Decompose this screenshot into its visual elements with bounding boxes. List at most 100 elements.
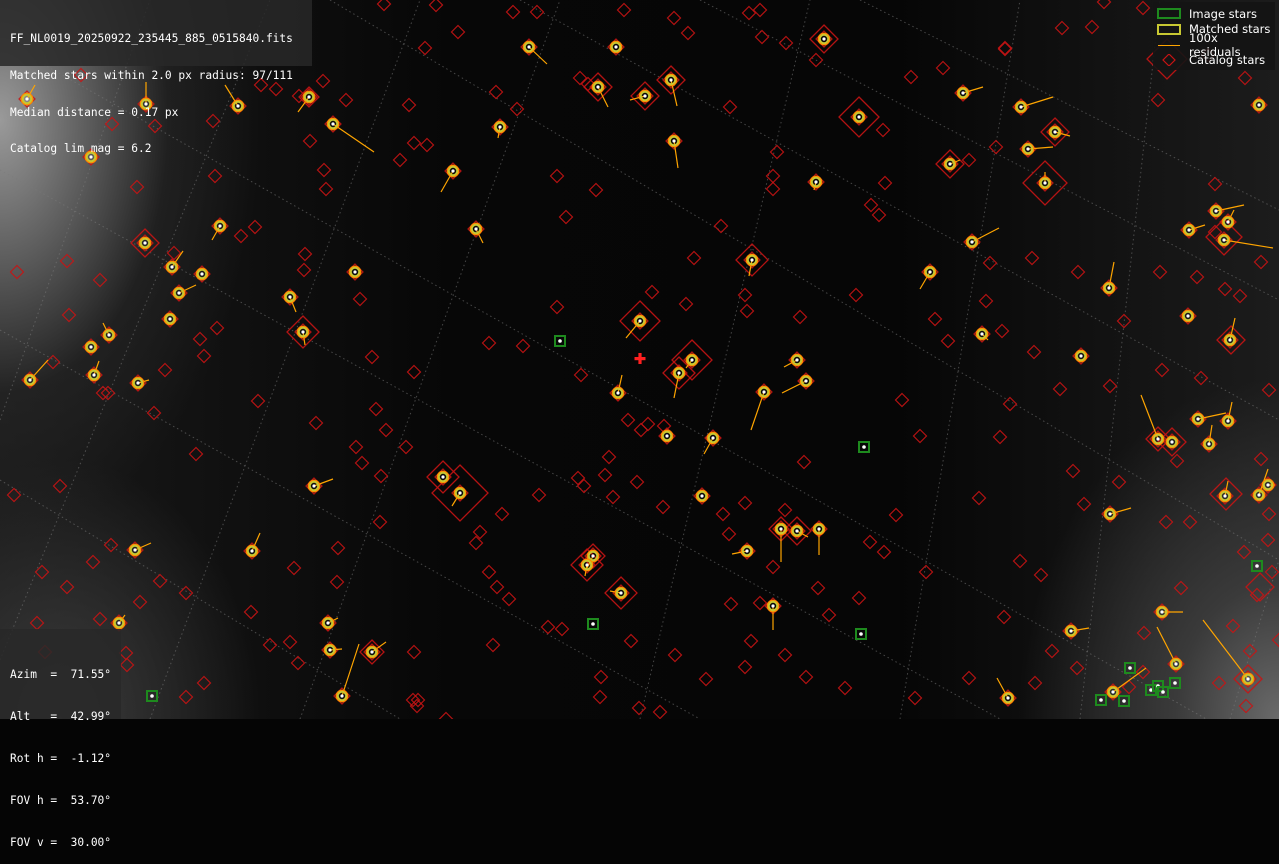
star-point xyxy=(1196,417,1199,420)
star-point xyxy=(961,91,964,94)
catalog-star-icon xyxy=(298,264,311,277)
star-point xyxy=(326,621,329,624)
matched-stars-swatch-icon xyxy=(1157,24,1181,35)
star-point xyxy=(177,291,180,294)
catalog-star-icon xyxy=(533,489,546,502)
catalog-star-icon xyxy=(121,659,134,672)
catalog-star-icon xyxy=(1234,290,1247,303)
star-point xyxy=(312,484,315,487)
star-point xyxy=(1257,493,1260,496)
catalog-star-icon xyxy=(331,576,344,589)
catalog-star-icon xyxy=(403,99,416,112)
catalog-star-icon xyxy=(1118,315,1131,328)
image-stars-swatch-icon xyxy=(1157,8,1181,19)
star-point xyxy=(1187,228,1190,231)
residual-line xyxy=(333,124,374,152)
catalog-star-icon xyxy=(517,340,530,353)
catalog-star-icon xyxy=(865,199,878,212)
catalog-star-icon xyxy=(937,62,950,75)
star-point xyxy=(750,258,753,261)
catalog-star-icon xyxy=(767,561,780,574)
catalog-star-icon xyxy=(823,609,836,622)
star-point xyxy=(200,272,203,275)
catalog-star-icon xyxy=(920,566,933,579)
star-point xyxy=(92,373,95,376)
catalog-star-icon xyxy=(1160,516,1173,529)
catalog-star-icon xyxy=(631,476,644,489)
star-point xyxy=(1173,681,1177,685)
catalog-star-icon xyxy=(878,546,891,559)
catalog-star-icon xyxy=(1123,681,1136,694)
catalog-star-icon xyxy=(622,414,635,427)
catalog-star-icon xyxy=(440,713,453,720)
catalog-star-icon xyxy=(873,209,886,222)
median-distance-text: Median distance = 0.17 px xyxy=(10,107,302,119)
catalog-star-icon xyxy=(999,42,1012,55)
catalog-star-icon xyxy=(491,581,504,594)
catalog-star-icon xyxy=(249,221,262,234)
catalog-star-icon xyxy=(984,257,997,270)
star-point xyxy=(779,527,782,530)
catalog-star-icon xyxy=(61,255,74,268)
catalog-star-icon xyxy=(551,301,564,314)
star-point xyxy=(1214,209,1217,212)
star-point xyxy=(1223,494,1226,497)
star-point xyxy=(1257,103,1260,106)
catalog-star-icon xyxy=(633,702,646,715)
star-point xyxy=(1053,130,1056,133)
catalog-star-icon xyxy=(190,448,203,461)
catalog-star-icon xyxy=(370,403,383,416)
star-point xyxy=(288,295,291,298)
catalog-star-icon xyxy=(120,647,133,660)
catalog-star-icon xyxy=(688,252,701,265)
catalog-star-icon xyxy=(551,170,564,183)
star-point xyxy=(980,332,983,335)
catalog-star-icon xyxy=(1262,534,1275,547)
star-point xyxy=(1043,181,1046,184)
star-point xyxy=(1160,610,1163,613)
star-point xyxy=(558,339,562,343)
star-point xyxy=(136,381,139,384)
catalog-star-icon xyxy=(209,170,222,183)
catalog-star-icon xyxy=(1026,252,1039,265)
catalog-star-icon xyxy=(1104,380,1117,393)
pointing-info-box: Azim = 71.55° Alt = 42.99° Rot h = -1.12… xyxy=(0,629,121,719)
catalog-star-icon xyxy=(607,491,620,504)
catalog-star-icon xyxy=(745,635,758,648)
star-point xyxy=(669,78,672,81)
catalog-star-icon xyxy=(1154,266,1167,279)
star-point xyxy=(1174,662,1177,665)
catalog-star-icon xyxy=(625,635,638,648)
catalog-star-icon xyxy=(794,311,807,324)
catalog-star-icon xyxy=(556,623,569,636)
catalog-stars-swatch-icon xyxy=(1157,54,1181,66)
catalog-star-icon xyxy=(198,677,211,690)
catalog-star-icon xyxy=(646,286,659,299)
catalog-star-icon xyxy=(890,509,903,522)
catalog-star-icon xyxy=(180,587,193,600)
catalog-star-icon xyxy=(973,492,986,505)
catalog-star-icon xyxy=(1244,645,1257,658)
image-stars-layer xyxy=(147,336,1262,706)
star-point xyxy=(859,632,863,636)
catalog-star-icon xyxy=(1227,620,1240,633)
catalog-star-icon xyxy=(896,394,909,407)
star-point xyxy=(370,650,373,653)
star-point xyxy=(804,379,807,382)
star-point xyxy=(150,694,154,698)
catalog-star-icon xyxy=(741,305,754,318)
star-point xyxy=(1161,690,1165,694)
catalog-star-icon xyxy=(798,456,811,469)
catalog-star-icon xyxy=(996,325,1009,338)
residual-line xyxy=(1203,620,1248,679)
star-point xyxy=(1019,105,1022,108)
catalog-star-icon xyxy=(618,4,631,17)
star-point xyxy=(340,694,343,697)
fov-horizontal-text: FOV h = 53.70° xyxy=(10,794,111,808)
catalog-star-icon xyxy=(1209,178,1222,191)
catalog-star-icon xyxy=(299,248,312,261)
plate-info-box: FF_NL0019_20250922_235445_885_0515840.fi… xyxy=(0,0,312,66)
catalog-star-icon xyxy=(725,598,738,611)
catalog-star-icon xyxy=(408,366,421,379)
catalog-star-icon xyxy=(1184,516,1197,529)
